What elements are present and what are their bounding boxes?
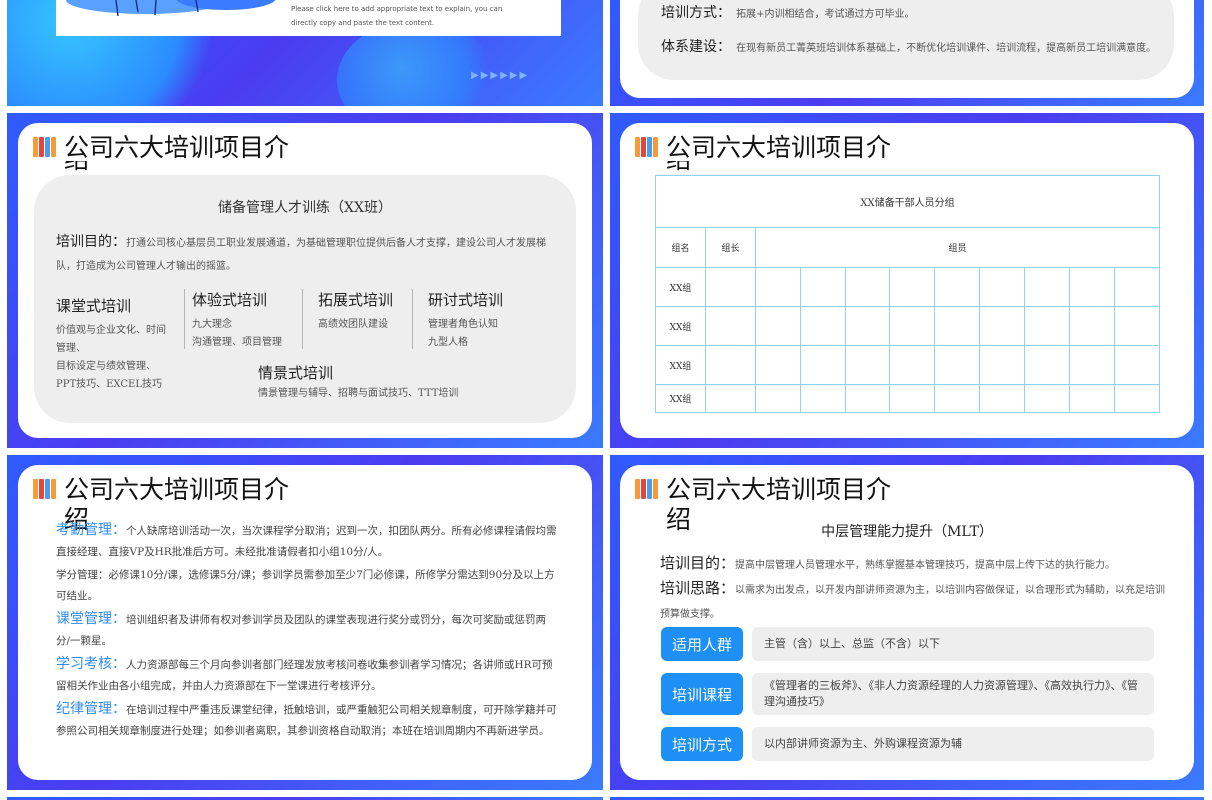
- slide-card: 培训方式： 拓展+内训相结合，考试通过方可毕业。 体系建设： 在现有新员工菁英班…: [620, 0, 1194, 98]
- section-heading: 中层管理能力提升（MLT）: [821, 524, 993, 540]
- purpose-text: 打通公司核心基层员工职业发展通道，为基础管理职位提供后备人才支撑，建设公司人才发…: [56, 238, 546, 272]
- content-box: 储备管理人才训练（XX班） 培训目的：打通公司核心基层员工职业发展通道，为基础管…: [34, 175, 576, 423]
- system-label: 体系建设：: [661, 39, 731, 55]
- slide-title: 公司六大培训项目介绍: [666, 133, 892, 162]
- rule-item: 考勤管理：个人缺席培训活动一次，当次课程学分取消；迟到一次，扣团队两分。所有必修…: [56, 520, 558, 563]
- slide-thumbnail-5[interactable]: 公司六大培训项目介绍 考勤管理：个人缺席培训活动一次，当次课程学分取消；迟到一次…: [7, 455, 603, 790]
- type-name: 研讨式培训: [428, 291, 504, 309]
- type-detail: PPT技巧、EXCEL技巧: [56, 379, 162, 390]
- method-pill: 培训方式: [661, 727, 743, 761]
- training-type-card: 情景式培训 情景管理与辅导、招聘与面试技巧、TTT培训: [258, 362, 558, 403]
- training-type-card: 课堂式培训 价值观与企业文化、时间 管理、 目标设定与绩效管理、 PPT技巧、E…: [56, 295, 181, 394]
- table-header: 组员: [755, 227, 1160, 268]
- type-detail: 九型人格: [428, 337, 468, 348]
- type-detail: 高绩效团队建设: [318, 319, 388, 330]
- method-label: 培训方式：: [661, 5, 731, 21]
- column-divider: [302, 289, 303, 349]
- idea-text: 以需求为出发点，以开发内部讲师资源为主，以培训内容做保证，以合理形式为辅助，以充…: [660, 585, 1166, 620]
- column-divider: [184, 289, 185, 349]
- type-detail: 管理者角色认知: [428, 319, 498, 330]
- table-header: 组长: [705, 227, 756, 268]
- rule-item: 学习考核：人力资源部每三个月向参训者部门经理发放考核问卷收集参训者学习情况；各讲…: [56, 654, 558, 697]
- audience-text: 主管（含）以上、总监（不含）以下: [752, 627, 1154, 661]
- arrow-decoration: ▶▶▶▶▶▶: [471, 70, 530, 81]
- table-cell: XX组: [655, 345, 706, 385]
- audience-pill: 适用人群: [661, 627, 743, 661]
- column-divider: [412, 289, 413, 349]
- slide-thumbnail-4[interactable]: 公司六大培训项目介绍 绍 XX储备干部人员分组 组名 组长 组员 XX组 XX组…: [610, 113, 1204, 448]
- system-text: 在现有新员工菁英班培训体系基础上，不断优化培训课件、培训流程，提高新员工培训满意…: [736, 43, 1157, 54]
- type-detail: 管理、: [56, 343, 86, 354]
- caption-line: directly copy and paste the text content…: [291, 19, 435, 27]
- books-icon: [635, 479, 659, 499]
- slide-thumbnail-2[interactable]: 培训方式： 拓展+内训相结合，考试通过方可毕业。 体系建设： 在现有新员工菁英班…: [610, 0, 1204, 106]
- table-cell: XX组: [655, 384, 706, 413]
- training-type-card: 体验式培训 九大理念 沟通管理、项目管理: [192, 289, 302, 352]
- rule-text: 个人缺席培训活动一次，当次课程学分取消；迟到一次，扣团队两分。所有必修课程请假均…: [56, 525, 557, 558]
- rule-label: 考勤管理：: [56, 522, 126, 538]
- rule-item: 纪律管理：在培训过程中严重违反课堂纪律，抵触培训，或严重触犯公司相关规章制度，可…: [56, 699, 558, 742]
- type-detail: 价值观与企业文化、时间: [56, 325, 166, 336]
- slide-card: 公司六大培训项目介绍 绍 XX储备干部人员分组 组名 组长 组员 XX组 XX组…: [620, 123, 1194, 438]
- slide-thumbnail-1[interactable]: Please click here to add appropriate tex…: [7, 0, 603, 106]
- caption-line: Please click here to add appropriate tex…: [291, 5, 503, 13]
- rule-label: 课堂管理：: [56, 611, 126, 627]
- slide-card: 公司六大培训项目介绍 中层管理能力提升（MLT） 培训目的：提高中层管理人员管理…: [620, 465, 1194, 780]
- rule-text: 学分管理：必修课10分/课，选修课5分/课；参训学员需参加至少7门必修课，所修学…: [56, 569, 555, 602]
- courses-pill: 培训课程: [661, 673, 743, 715]
- type-name: 拓展式培训: [318, 291, 394, 309]
- books-icon: [33, 479, 57, 499]
- rule-text: 在培训过程中严重违反课堂纪律，抵触培训，或严重触犯公司相关规章制度，可开除学籍并…: [56, 704, 557, 737]
- illustration-graphic: [66, 0, 276, 17]
- type-name: 课堂式培训: [56, 297, 132, 315]
- table-cell: XX组: [655, 267, 706, 307]
- slide-title: 公司六大培训项目介绍: [64, 133, 290, 162]
- rule-item: 课堂管理：培训组织者及讲师有权对参训学员及团队的课堂表现进行奖分或罚分，每次可奖…: [56, 609, 558, 652]
- slide-thumbnail-6[interactable]: 公司六大培训项目介绍 中层管理能力提升（MLT） 培训目的：提高中层管理人员管理…: [610, 455, 1204, 790]
- section-heading: 储备管理人才训练（XX班）: [218, 200, 392, 216]
- type-detail: 九大理念: [192, 319, 232, 330]
- group-table: XX储备干部人员分组 组名 组长 组员 XX组 XX组 XX组 XX组: [655, 175, 1160, 413]
- type-detail: 沟通管理、项目管理: [192, 337, 282, 348]
- slide-card: 公司六大培训项目介绍 考勤管理：个人缺席培训活动一次，当次课程学分取消；迟到一次…: [18, 465, 592, 780]
- idea-label: 培训思路：: [660, 579, 736, 597]
- title-overflow: 绍: [666, 161, 706, 175]
- title-overflow: 绍: [64, 161, 104, 175]
- rule-item: 学分管理：必修课10分/课，选修课5分/课；参训学员需参加至少7门必修课，所修学…: [56, 565, 558, 607]
- courses-text: 《管理者的三板斧》、《非人力资源经理的人力资源管理》、《高效执行力》、《管理沟通…: [752, 673, 1154, 715]
- books-icon: [33, 137, 57, 157]
- rule-text: 人力资源部每三个月向参训者部门经理发放考核问卷收集参训者学习情况；各讲师或HR可…: [56, 659, 553, 692]
- content-box: 培训方式： 拓展+内训相结合，考试通过方可毕业。 体系建设： 在现有新员工菁英班…: [638, 0, 1174, 80]
- slide-card: 公司六大培训项目介绍 绍 储备管理人才训练（XX班） 培训目的：打通公司核心基层…: [18, 123, 592, 438]
- table-title: XX储备干部人员分组: [655, 175, 1160, 228]
- type-detail: 情景管理与辅导、招聘与面试技巧、TTT培训: [258, 388, 459, 399]
- caption-card: Please click here to add appropriate tex…: [56, 0, 561, 36]
- rule-text: 培训组织者及讲师有权对参训学员及团队的课堂表现进行奖分或罚分，每次可奖励或惩罚两…: [56, 614, 546, 647]
- type-name: 体验式培训: [192, 291, 268, 309]
- table-header: 组名: [655, 227, 706, 268]
- training-type-card: 研讨式培训 管理者角色认知 九型人格: [428, 289, 548, 352]
- type-name: 情景式培训: [258, 364, 334, 382]
- rule-label: 纪律管理：: [56, 701, 126, 717]
- purpose-text: 提高中层管理人员管理水平，熟练掌握基本管理技巧，提高中层上传下达的执行能力。: [735, 560, 1116, 571]
- slide-thumbnail-3[interactable]: 公司六大培训项目介绍 绍 储备管理人才训练（XX班） 培训目的：打通公司核心基层…: [7, 113, 603, 448]
- purpose-label: 培训目的：: [660, 554, 736, 572]
- rule-label: 学习考核：: [56, 656, 126, 672]
- method-text: 以内部讲师资源为主、外购课程资源为辅: [752, 727, 1154, 761]
- type-detail: 目标设定与绩效管理、: [56, 361, 156, 372]
- books-icon: [635, 137, 659, 157]
- method-text: 拓展+内训相结合，考试通过方可毕业。: [736, 9, 915, 20]
- purpose-label: 培训目的：: [56, 234, 126, 250]
- table-cell: XX组: [655, 306, 706, 346]
- training-type-card: 拓展式培训 高绩效团队建设: [318, 289, 418, 334]
